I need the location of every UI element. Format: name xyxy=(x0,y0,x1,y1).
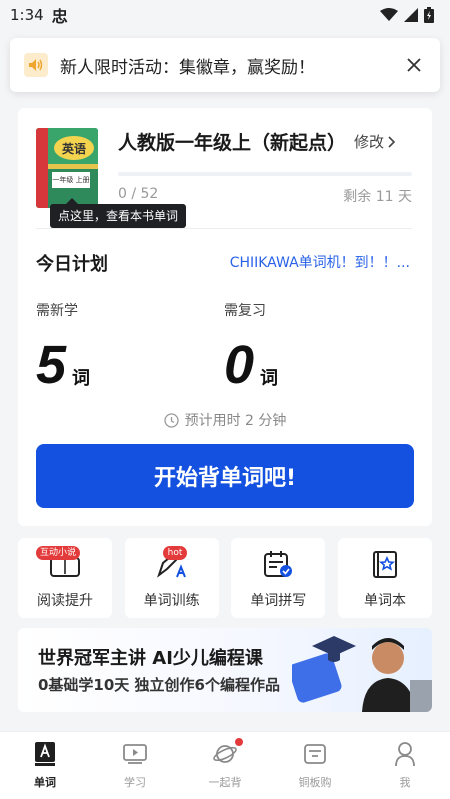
feature-grid: 互动小说 阅读提升 hot 单词训练 单词拼写 单词本 xyxy=(18,538,432,618)
bottom-nav: 单词 学习 一起背 铜板购 我 xyxy=(0,731,450,799)
book-progress-bar xyxy=(118,172,412,176)
notebook-star-icon xyxy=(367,548,403,580)
review-words-count: 0 xyxy=(224,335,255,395)
promo-subtitle: 0基础学10天 独立创作6个编程作品 xyxy=(38,676,280,694)
divider xyxy=(36,228,412,229)
nav-label-together: 一起背 xyxy=(208,776,242,789)
person-icon xyxy=(391,740,419,768)
feature-notebook-label: 单词本 xyxy=(363,593,406,609)
nav-label-words: 单词 xyxy=(34,776,56,789)
book-tooltip[interactable]: 点这里，查看本书单词 xyxy=(50,198,187,228)
feature-spelling-label: 单词拼写 xyxy=(250,593,307,609)
shop-icon xyxy=(301,740,329,768)
review-words-unit: 词 xyxy=(260,368,278,389)
promo-banner[interactable]: 新人限时活动：集徽章，赢奖励！ xyxy=(10,38,440,92)
calendar-check-icon xyxy=(260,548,296,580)
new-words-unit: 词 xyxy=(72,368,90,389)
planet-icon xyxy=(211,738,243,768)
book-cover[interactable]: 英语 一年级 上册 xyxy=(36,128,98,208)
plan-promo-link[interactable]: CHIIKAWA单词机！到！！... xyxy=(230,252,410,272)
modify-label: 修改 xyxy=(353,133,384,151)
promo-title: 世界冠军主讲 AI少儿编程课 xyxy=(38,648,263,669)
nav-item-shop[interactable]: 铜板购 xyxy=(275,740,355,790)
estimate-text: 预计用时 2 分钟 xyxy=(184,413,287,429)
close-icon[interactable] xyxy=(402,53,426,77)
feature-word-training[interactable]: hot 单词训练 xyxy=(124,538,219,618)
chevron-right-icon xyxy=(388,135,396,148)
banner-text: 新人限时活动：集徽章，赢奖励！ xyxy=(60,57,315,78)
feature-spelling[interactable]: 单词拼写 xyxy=(231,538,326,618)
clock-icon xyxy=(163,412,179,428)
feature-reading-badge: 互动小说 xyxy=(36,546,81,560)
book-cover-stripe xyxy=(48,164,98,169)
nav-label-shop: 铜板购 xyxy=(298,776,332,789)
review-words-label: 需复习 xyxy=(224,303,266,319)
nav-label-me: 我 xyxy=(399,776,411,789)
feature-hot-badge: hot xyxy=(162,546,188,560)
feature-reading[interactable]: 互动小说 阅读提升 xyxy=(18,538,112,618)
book-cover-grade: 一年级 上册 xyxy=(52,172,90,188)
video-play-icon xyxy=(121,740,149,768)
nav-label-study: 学习 xyxy=(124,776,146,789)
feature-word-training-label: 单词训练 xyxy=(143,593,200,609)
new-words-label: 需新学 xyxy=(36,303,78,319)
nav-item-study[interactable]: 学习 xyxy=(95,740,175,790)
battery-icon xyxy=(424,7,434,23)
book-cover-subject: 英语 xyxy=(54,136,94,160)
new-words-count: 5 xyxy=(36,335,67,395)
feature-notebook[interactable]: 单词本 xyxy=(337,538,432,618)
signal-icon xyxy=(404,8,418,22)
today-plan-title: 今日计划 xyxy=(36,254,108,275)
remaining-days: 剩余 11 天 xyxy=(343,189,412,205)
nav-item-me[interactable]: 我 xyxy=(365,740,445,790)
wifi-icon xyxy=(380,8,398,21)
notification-dot xyxy=(235,738,243,746)
coding-course-promo[interactable]: 世界冠军主讲 AI少儿编程课 0基础学10天 独立创作6个编程作品 xyxy=(18,628,432,712)
status-bar: 1:34 忠 xyxy=(0,0,450,30)
progress-count: 0 / 52 xyxy=(118,186,159,202)
status-time: 1:34 xyxy=(10,6,44,24)
speaker-icon xyxy=(24,53,48,77)
study-plan-card: 英语 一年级 上册 人教版一年级上（新起点） 修改 0 / 52 剩余 11 天… xyxy=(18,108,432,526)
promo-illustration xyxy=(292,636,432,712)
book-title[interactable]: 人教版一年级上（新起点） xyxy=(118,128,346,155)
modify-button[interactable]: 修改 xyxy=(354,131,396,152)
status-app-glyph: 忠 xyxy=(51,7,68,26)
book-cover-ribbon xyxy=(36,128,48,208)
nav-item-together[interactable]: 一起背 xyxy=(185,738,265,790)
nav-item-words[interactable]: 单词 xyxy=(5,740,85,790)
start-memorize-button[interactable]: 开始背单词吧! xyxy=(36,444,414,508)
estimate-time: 预计用时 2 分钟 xyxy=(18,410,432,430)
feature-reading-label: 阅读提升 xyxy=(37,593,93,609)
word-book-icon xyxy=(31,740,59,768)
